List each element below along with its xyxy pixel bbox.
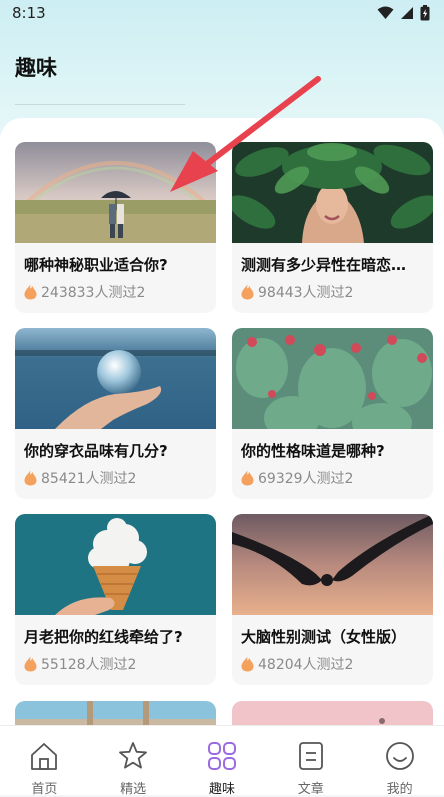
battery-icon [420,5,430,21]
quiz-card-partial[interactable] [15,701,216,725]
card-count: 69329人测过2 [258,471,354,487]
profile-icon [385,742,414,770]
card-title: 你的性格味道是哪种? [241,442,385,460]
card-count: 48204人测过2 [258,657,354,673]
flame-icon [24,656,37,672]
nav-articles[interactable]: 文章 [276,740,346,797]
card-title: 哪种神秘职业适合你? [24,256,168,274]
signal-icon [401,7,413,19]
card-image-cactus [232,328,433,429]
card-meta: 243833人测过2 [24,282,145,302]
nav-label-home: 首页 [31,782,58,797]
card-count: 55128人测过2 [41,657,137,673]
nav-label-featured: 精选 [120,782,147,797]
card-meta: 55128人测过2 [24,654,136,674]
card-title: 你的穿衣品味有几分? [24,442,168,460]
flame-icon [241,656,254,672]
flame-icon [24,284,37,300]
quiz-card-career[interactable]: 哪种神秘职业适合你? 243833人测过2 [15,142,216,313]
card-image-ice-cream-cloud [15,514,216,615]
header-divider [15,104,185,105]
card-image-holding-hands [232,514,433,615]
flame-icon [24,470,37,486]
nav-label-fun: 趣味 [208,782,235,797]
nav-label-profile: 我的 [386,782,413,797]
quiz-card-secret-admirers[interactable]: 测测有多少异性在暗恋… 98443人测过2 [232,142,433,313]
status-bar: 8:13 [0,0,444,26]
nav-home[interactable]: 首页 [9,740,79,797]
article-icon [298,742,323,770]
quiz-card-red-thread[interactable]: 月老把你的红线牵给了? 55128人测过2 [15,514,216,685]
content-panel[interactable]: 哪种神秘职业适合你? 243833人测过2 测测有多少异性在暗恋… 98443人… [0,118,444,725]
next-cards-row [15,701,433,725]
card-image-beach [15,701,216,725]
nav-featured[interactable]: 精选 [98,740,168,797]
bottom-nav: 首页 精选 趣味 文章 我的 [0,725,444,797]
card-title: 测测有多少异性在暗恋… [241,256,407,274]
flame-icon [241,470,254,486]
wifi-icon [377,6,394,19]
card-title: 大脑性别测试（女性版） [241,628,407,646]
card-image-crystal-ball [15,328,216,429]
nav-label-articles: 文章 [297,782,324,797]
card-title: 月老把你的红线牵给了? [24,628,183,646]
quiz-card-brain-gender[interactable]: 大脑性别测试（女性版） 48204人测过2 [232,514,433,685]
card-count: 98443人测过2 [258,285,354,301]
card-image-rainbow-couple [15,142,216,243]
grid-icon [207,742,236,770]
flame-icon [241,284,254,300]
nav-profile[interactable]: 我的 [365,740,435,797]
card-image-woman-leaves [232,142,433,243]
status-icons [377,5,430,21]
quiz-card-fashion[interactable]: 你的穿衣品味有几分? 85421人测过2 [15,328,216,499]
card-count: 85421人测过2 [41,471,137,487]
card-meta: 69329人测过2 [241,468,353,488]
nav-fun[interactable]: 趣味 [187,740,257,797]
status-time: 8:13 [12,4,46,22]
card-meta: 85421人测过2 [24,468,136,488]
card-meta: 98443人测过2 [241,282,353,302]
card-meta: 48204人测过2 [241,654,353,674]
quiz-card-personality[interactable]: 你的性格味道是哪种? 69329人测过2 [232,328,433,499]
quiz-card-grid: 哪种神秘职业适合你? 243833人测过2 测测有多少异性在暗恋… 98443人… [15,142,433,685]
star-icon [119,742,148,769]
card-image-pink [232,701,433,725]
home-icon [31,743,58,770]
quiz-card-partial[interactable] [232,701,433,725]
page-title: 趣味 [15,56,57,80]
card-count: 243833人测过2 [41,285,146,301]
